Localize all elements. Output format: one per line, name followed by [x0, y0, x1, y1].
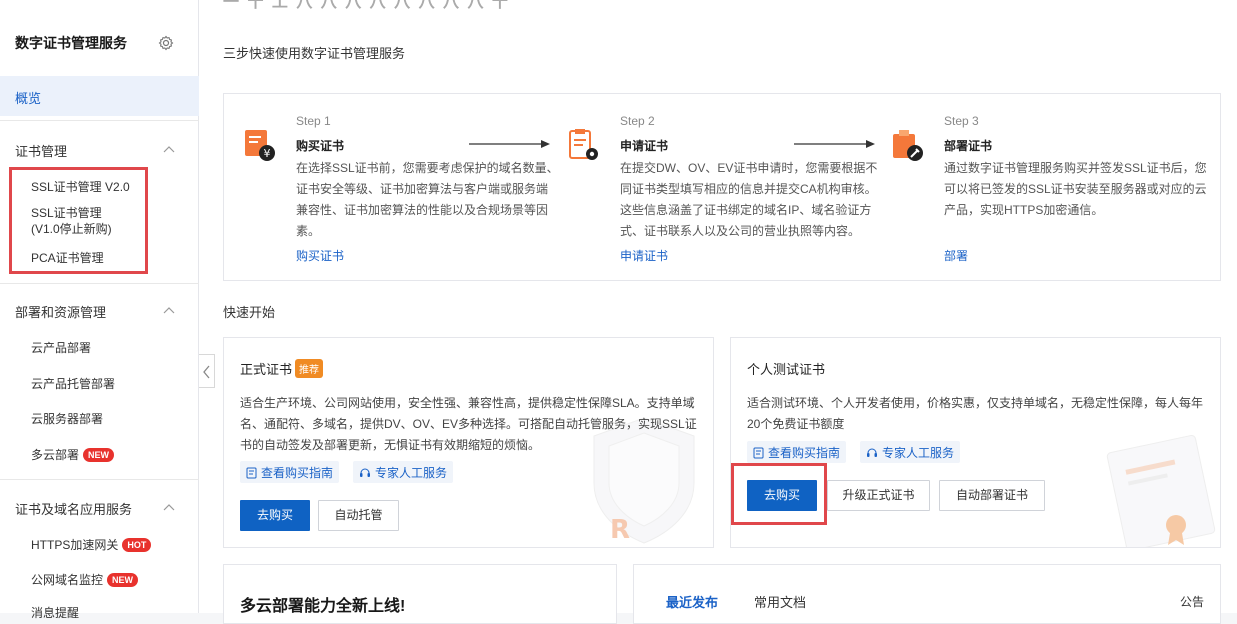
sidebar-section-app-services[interactable]: 证书及域名应用服务 [15, 499, 132, 518]
step-1-number: Step 1 [296, 114, 331, 128]
sidebar-item-overview-label: 概览 [15, 91, 42, 106]
purchase-guide-label: 查看购买指南 [261, 466, 334, 480]
buy-certificate-icon: ¥ [245, 130, 275, 161]
step-3-desc-line: 可以将已签发的SSL证书安装至服务器或对应的云 [944, 182, 1207, 196]
tab-common-docs[interactable]: 常用文档 [754, 592, 806, 611]
chevron-up-icon[interactable] [163, 503, 175, 511]
step-1-desc-line: 证书安全等级、证书加密算法与客户端或服务端 [296, 182, 549, 196]
expert-service-label: 专家人工服务 [375, 466, 448, 480]
svg-text:R: R [610, 515, 630, 545]
step-3-number: Step 3 [944, 114, 979, 128]
expert-service-link[interactable]: 专家人工服务 [353, 461, 454, 483]
chevron-up-icon[interactable] [163, 145, 175, 153]
sidebar-item-domain-monitor[interactable]: 公网域名监控 NEW [31, 571, 139, 588]
document-icon [246, 467, 257, 479]
step-3-title: 部署证书 [944, 139, 993, 153]
quick-start-heading: 快速开始 [223, 305, 276, 320]
expert-service-link[interactable]: 专家人工服务 [860, 441, 961, 463]
step-3-desc-line: 产品，实现HTTPS加密通信。 [944, 203, 1104, 217]
step-2-description: 在提交DW、OV、EV证书申请时，您需要根据不 同证书类型填写相应的信息并提交C… [620, 158, 877, 242]
step-3-link[interactable]: 部署 [944, 247, 968, 264]
arrow-right-icon [794, 140, 875, 148]
auto-hosting-button[interactable]: 自动托管 [318, 500, 399, 531]
sidebar-title: 数字证书管理服务 [15, 35, 127, 51]
formal-desc-line: 名、通配符、多域名，提供DV、OV、EV多种选择。可搭配自动托管服务，实现SSL… [240, 417, 697, 431]
step-3-description: 通过数字证书管理服务购买并签发SSL证书后，您 可以将已签发的SSL证书安装至服… [944, 158, 1207, 221]
sidebar-item-domain-monitor-label: 公网域名监控 [31, 573, 104, 587]
steps-heading: 三步快速使用数字证书管理服务 [223, 46, 406, 61]
highlight-box-buy-button [731, 463, 827, 525]
step-3-desc-line: 通过数字证书管理服务购买并签发SSL证书后，您 [944, 161, 1207, 175]
step-2-link[interactable]: 申请证书 [620, 247, 668, 264]
purchase-guide-label: 查看购买指南 [768, 446, 841, 460]
new-badge: NEW [83, 448, 115, 462]
formal-certificate-title-text: 正式证书 [240, 362, 293, 377]
apply-certificate-icon [569, 129, 598, 160]
new-badge: NEW [107, 573, 139, 587]
sidebar-item-cloud-hosted-deploy[interactable]: 云产品托管部署 [31, 375, 115, 392]
cut-off-heading: 一 十 工 八 八 八 八 八 八 八 八 十 [223, 0, 510, 11]
sidebar-item-cloud-deploy[interactable]: 云产品部署 [31, 339, 91, 356]
sidebar-item-multicloud-deploy[interactable]: 多云部署 NEW [31, 446, 115, 463]
divider [0, 283, 199, 284]
step-1-desc-line: 素。 [296, 224, 321, 238]
upgrade-formal-button[interactable]: 升级正式证书 [827, 480, 930, 511]
svg-text:¥: ¥ [264, 147, 271, 160]
deploy-certificate-icon [893, 130, 923, 161]
sidebar-item-https-gateway-label: HTTPS加速网关 [31, 538, 119, 552]
sidebar-section-cert-management[interactable]: 证书管理 [15, 141, 67, 160]
purchase-guide-link[interactable]: 查看购买指南 [240, 461, 340, 483]
headset-icon [867, 448, 877, 457]
headset-icon [360, 468, 370, 477]
news-card [633, 564, 1221, 624]
step-2-title: 申请证书 [620, 139, 669, 153]
hot-badge: HOT [122, 538, 152, 552]
step-1-title: 购买证书 [296, 139, 345, 153]
document-icon [753, 447, 764, 459]
personal-test-certificate-description: 适合测试环境、个人开发者使用，价格实惠，仅支持单域名，无稳定性保障，每人每年 2… [747, 393, 1203, 435]
auto-deploy-button[interactable]: 自动部署证书 [939, 480, 1045, 511]
step-1-desc-line: 在选择SSL证书前，您需要考虑保护的域名数量、 [296, 161, 559, 175]
formal-desc-line: 书的自动签发及部署更新，无惧证书有效期缩短的烦恼。 [240, 438, 541, 452]
sidebar-item-multicloud-label: 多云部署 [31, 448, 80, 462]
formal-desc-line: 适合生产环境、公司网站使用，安全性强、兼容性高，提供稳定性保障SLA。支持单域 [240, 396, 695, 410]
personal-desc-line: 适合测试环境、个人开发者使用，价格实惠，仅支持单域名，无稳定性保障，每人每年 [747, 396, 1204, 410]
sidebar-section-deploy[interactable]: 部署和资源管理 [15, 302, 106, 321]
formal-certificate-description: 适合生产环境、公司网站使用，安全性强、兼容性高，提供稳定性保障SLA。支持单域 … [240, 393, 697, 456]
step-2-number: Step 2 [620, 114, 655, 128]
multicloud-promo-title: 多云部署能力全新上线! [240, 598, 406, 615]
personal-test-certificate-title: 个人测试证书 [747, 362, 826, 377]
step-2-desc-line: 在提交DW、OV、EV证书申请时，您需要根据不 [620, 161, 878, 175]
step-2-desc-line: 这些信息涵盖了证书绑定的域名IP、域名验证方 [620, 203, 872, 217]
divider [0, 479, 199, 480]
step-2-desc-line: 同证书类型填写相应的信息并提交CA机构审核。 [620, 182, 877, 196]
formal-certificate-title: 正式证书 推荐 [240, 359, 324, 378]
personal-desc-line: 20个免费证书额度 [747, 417, 845, 431]
recommended-tag: 推荐 [295, 359, 324, 378]
chevron-left-icon [203, 365, 210, 379]
step-1-desc-line: 兼容性、证书加密算法的性能以及合规场景等因 [296, 203, 549, 217]
buy-formal-button[interactable]: 去购买 [240, 500, 310, 531]
step-1-description: 在选择SSL证书前，您需要考虑保护的域名数量、 证书安全等级、证书加密算法与客户… [296, 158, 559, 242]
highlight-box-sidebar [9, 167, 148, 274]
expert-service-label: 专家人工服务 [882, 446, 955, 460]
step-1-link[interactable]: 购买证书 [296, 247, 344, 264]
announcement-link[interactable]: 公告 [1180, 593, 1204, 610]
sidebar-item-https-gateway[interactable]: HTTPS加速网关 HOT [31, 536, 152, 553]
certificate-decoration-icon [1106, 434, 1216, 547]
purchase-guide-link[interactable]: 查看购买指南 [747, 441, 847, 463]
chevron-up-icon[interactable] [163, 306, 175, 314]
step-2-desc-line: 式、证书联系人以及公司的营业执照等内容。 [620, 224, 861, 238]
sidebar-item-server-deploy[interactable]: 云服务器部署 [31, 410, 103, 427]
sidebar-collapse-button[interactable] [199, 354, 215, 388]
sidebar: 数字证书管理服务 概览 证书管理 SSL证书管理 V2.0 SSL证书管理 (V… [0, 0, 199, 620]
sidebar-item-overview[interactable]: 概览 [0, 76, 199, 116]
tab-latest-release[interactable]: 最近发布 [666, 592, 718, 611]
arrow-right-icon [469, 140, 550, 148]
divider [0, 120, 199, 121]
gear-icon[interactable] [158, 35, 174, 51]
